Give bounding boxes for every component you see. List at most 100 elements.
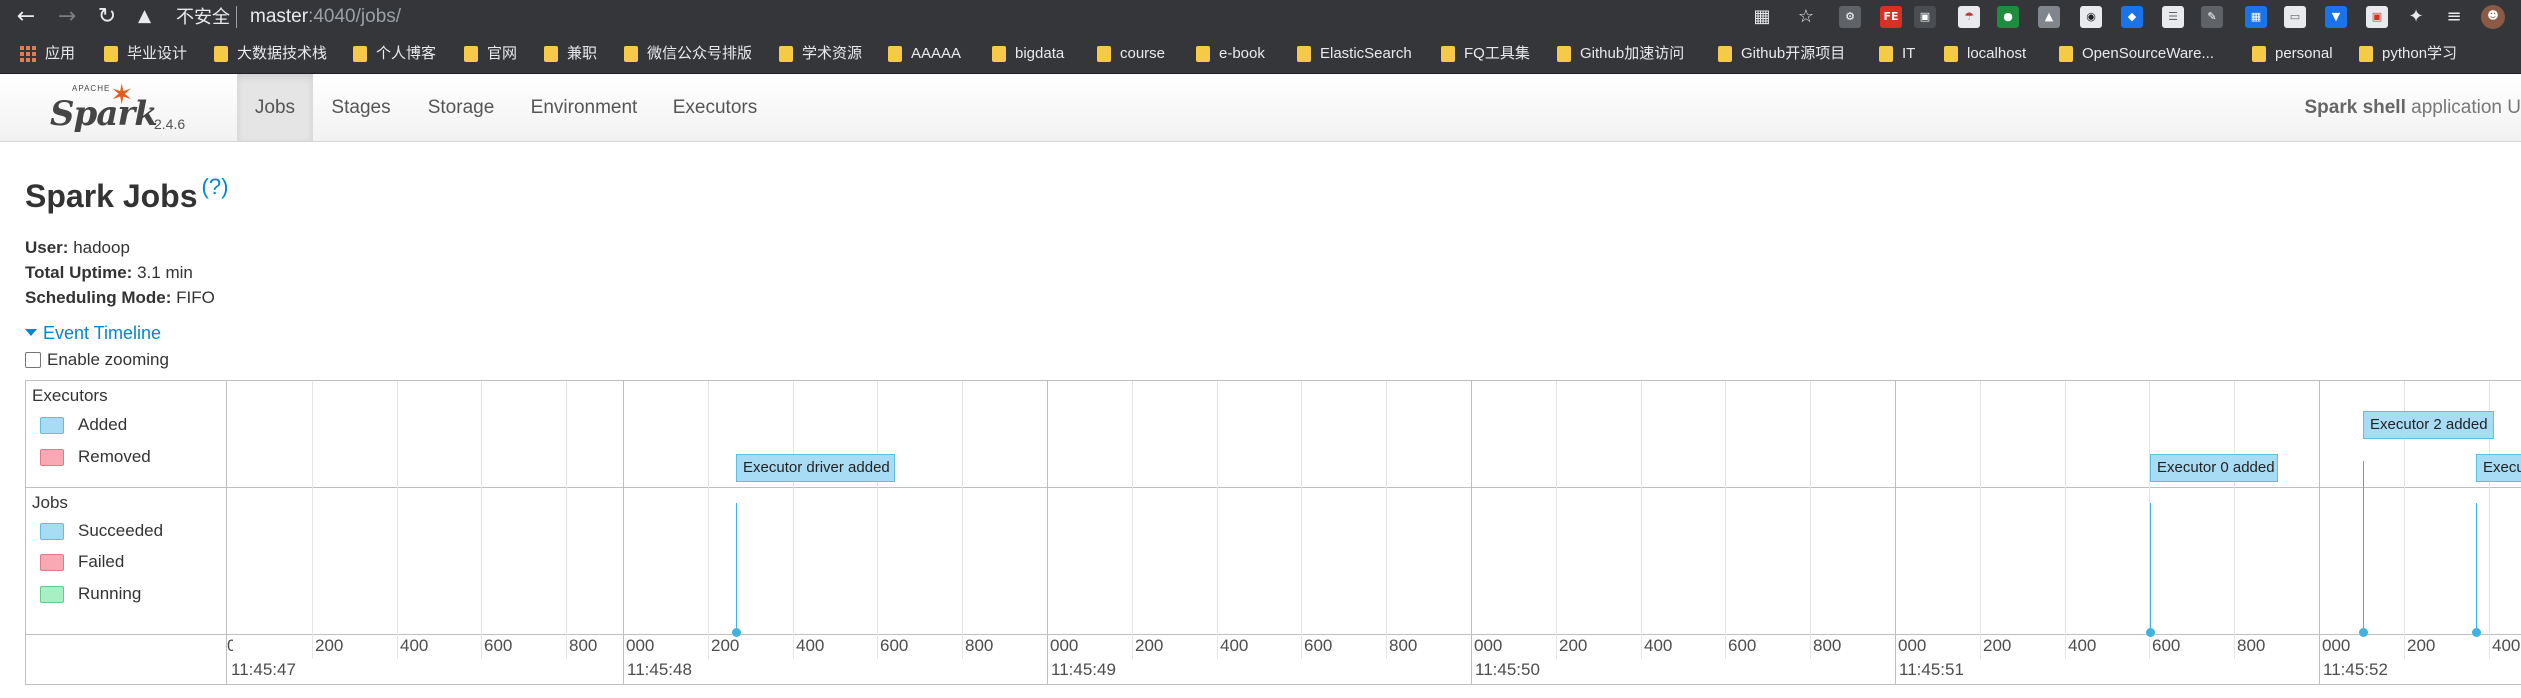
bookmark-label: 兼职	[567, 45, 598, 62]
extension-pen-icon[interactable]: ✎	[2201, 6, 2223, 28]
bookmark-folder[interactable]: e-book	[1196, 42, 1265, 66]
bookmark-folder[interactable]: IT	[1879, 42, 1915, 66]
security-label[interactable]: 不安全	[176, 7, 230, 27]
bookmark-folder[interactable]: 个人博客	[353, 42, 436, 66]
bookmark-folder[interactable]: python学习	[2359, 42, 2457, 66]
bookmark-folder[interactable]: Github开源项目	[1718, 42, 1845, 66]
bookmark-apps[interactable]: 应用	[20, 42, 75, 66]
warning-icon[interactable]: ▲	[138, 6, 158, 26]
help-link[interactable]: (?)	[202, 174, 229, 199]
enable-zooming-checkbox[interactable]	[25, 352, 41, 368]
extension-green-icon[interactable]: ●	[1997, 6, 2019, 28]
extension-page-icon[interactable]: ▭	[2284, 6, 2306, 28]
bookmark-label: bigdata	[1015, 45, 1065, 62]
bookmarks-bar: 应用 毕业设计 大数据技术栈 个人博客 官网 兼职 微信公众号排版 学术资源 A…	[0, 34, 2521, 74]
tab-storage[interactable]: Storage	[414, 74, 508, 141]
url-text[interactable]: master:4040/jobs/	[250, 6, 401, 28]
folder-icon	[1196, 46, 1210, 62]
profile-avatar[interactable]: ☻	[2481, 5, 2505, 29]
extension-owl-icon[interactable]: ◉	[2080, 6, 2102, 28]
extension-puzzle-red-icon[interactable]: ☂	[1958, 6, 1980, 28]
event-dot[interactable]	[732, 628, 741, 637]
event-executor-driver-added[interactable]: Executor driver added	[736, 454, 895, 482]
bookmark-folder[interactable]: bigdata	[992, 42, 1064, 66]
forward-icon[interactable]: →	[52, 2, 82, 32]
folder-icon	[1718, 46, 1732, 62]
folder-icon	[992, 46, 1006, 62]
address-bar[interactable]: ▲ 不安全 master:4040/jobs/ ▦ ☆	[128, 0, 1898, 34]
extensions-puzzle-icon[interactable]: ✦	[2404, 5, 2428, 29]
extension-frame-icon[interactable]: ▣	[1914, 6, 1936, 28]
extension-grid-icon[interactable]: ▦	[2245, 6, 2267, 28]
bookmark-label: 毕业设计	[127, 45, 188, 62]
folder-icon	[779, 46, 793, 62]
event-line	[2150, 503, 2151, 633]
enable-zooming-row[interactable]: Enable zooming	[25, 350, 169, 370]
reload-icon[interactable]: ↻	[92, 2, 122, 32]
bookmark-folder[interactable]: Github加速访问	[1557, 42, 1684, 66]
bookmark-star-icon[interactable]: ☆	[1794, 5, 1818, 29]
tab-executors[interactable]: Executors	[663, 74, 767, 141]
event-dot[interactable]	[2146, 628, 2155, 637]
event-executor-1-added[interactable]: Executor 1 added	[2476, 454, 2521, 482]
bookmark-folder[interactable]: FQ工具集	[1441, 42, 1530, 66]
bookmark-folder[interactable]: 兼职	[544, 42, 597, 66]
bookmark-label: Github加速访问	[1580, 45, 1685, 62]
summary-uptime: Total Uptime: 3.1 min	[25, 263, 193, 283]
bookmark-label: personal	[2275, 45, 2333, 62]
app-title: Spark shell application U	[2304, 74, 2521, 141]
event-dot[interactable]	[2472, 628, 2481, 637]
minor-time-label: 800	[2237, 636, 2266, 655]
bookmark-label: OpenSourceWare...	[2082, 45, 2215, 62]
bookmark-folder[interactable]: OpenSourceWare...	[2059, 42, 2214, 66]
tab-environment[interactable]: Environment	[519, 74, 649, 141]
translate-icon[interactable]: ▦	[1750, 5, 1774, 29]
minor-time-label: 400	[1644, 636, 1673, 655]
bookmark-folder[interactable]: course	[1097, 42, 1165, 66]
reading-list-icon[interactable]: ≡	[2442, 5, 2466, 29]
minor-gridline	[1132, 381, 1133, 659]
extension-fe-icon[interactable]: FE	[1880, 6, 1902, 28]
major-gridline	[1895, 381, 1896, 684]
tab-jobs[interactable]: Jobs	[237, 74, 313, 141]
added-swatch	[40, 416, 64, 434]
event-dot[interactable]	[2359, 628, 2368, 637]
back-icon[interactable]: ←	[11, 2, 41, 32]
bookmark-folder[interactable]: 微信公众号排版	[624, 42, 752, 66]
bookmark-folder[interactable]: 官网	[464, 42, 517, 66]
legend-succeeded-label: Succeeded	[78, 521, 164, 540]
major-gridline	[1047, 381, 1048, 684]
bookmark-folder[interactable]: 学术资源	[779, 42, 862, 66]
minor-time-label: 000	[626, 636, 655, 655]
event-timeline[interactable]: Executors Added Removed Jobs Succeeded F…	[25, 380, 2521, 685]
bookmark-folder[interactable]: 大数据技术栈	[214, 42, 327, 66]
event-timeline-toggle[interactable]: Event Timeline	[25, 323, 161, 344]
tab-stages[interactable]: Stages	[318, 74, 404, 141]
event-executor-0-added[interactable]: Executor 0 added	[2150, 454, 2278, 482]
bookmark-folder[interactable]: 毕业设计	[104, 42, 187, 66]
extension-gear-icon[interactable]: ⚙	[1839, 6, 1861, 28]
minor-gridline	[1725, 381, 1726, 659]
extension-layers-icon[interactable]: ▼	[2325, 6, 2347, 28]
logo-spark-text: Spark	[50, 94, 158, 134]
extension-diamond-icon[interactable]: ◆	[2121, 6, 2143, 28]
bookmark-folder[interactable]: personal	[2252, 42, 2333, 66]
bookmark-folder[interactable]: AAAAA	[888, 42, 961, 66]
folder-icon	[544, 46, 558, 62]
minor-time-label: 200	[315, 636, 344, 655]
minor-gridline	[1386, 381, 1387, 659]
extension-doc-icon[interactable]: ☰	[2162, 6, 2184, 28]
minor-gridline	[1217, 381, 1218, 659]
minor-time-label: 400	[2068, 636, 2097, 655]
event-executor-2-added[interactable]: Executor 2 added	[2363, 411, 2494, 439]
extension-book-icon[interactable]: ▣	[2366, 6, 2388, 28]
extension-image-icon[interactable]: ▲	[2038, 6, 2060, 28]
folder-icon	[2359, 46, 2373, 62]
bookmark-folder[interactable]: ElasticSearch	[1297, 42, 1412, 66]
bookmark-folder[interactable]: localhost	[1944, 42, 2026, 66]
minor-time-label: 800	[965, 636, 994, 655]
spark-logo[interactable]: APACHE Spark ✶	[48, 78, 158, 136]
failed-swatch	[40, 553, 64, 571]
minor-gridline	[793, 381, 794, 659]
browser-toolbar: ← → ↻ ▲ 不安全 master:4040/jobs/ ▦ ☆ ⚙ FE ▣…	[0, 0, 2521, 34]
